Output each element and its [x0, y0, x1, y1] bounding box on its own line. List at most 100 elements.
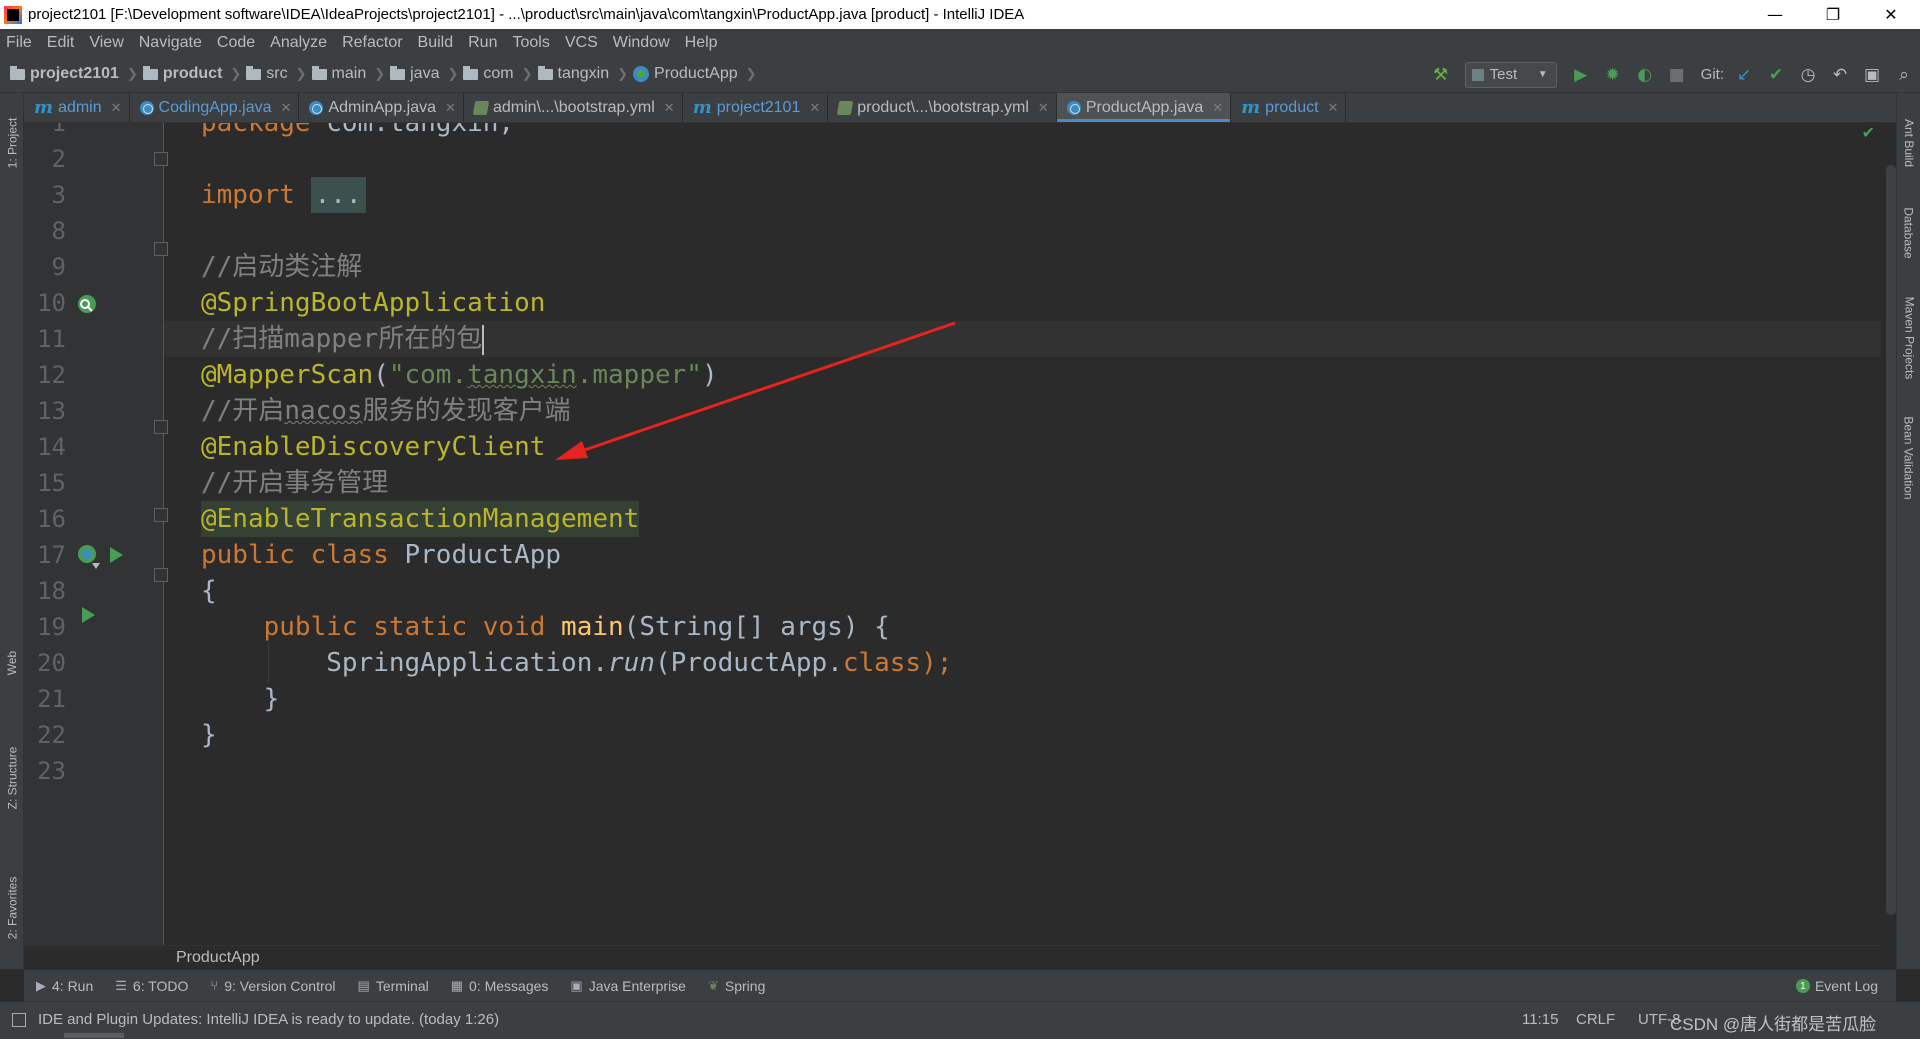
tool-window-bean-validation[interactable]: Bean Validation: [1897, 403, 1920, 513]
maven-m-icon: m: [1241, 97, 1261, 118]
code-area[interactable]: package com.tangxin; import ... //启动类注解 …: [164, 123, 1881, 945]
line-separator[interactable]: CRLF: [1576, 1011, 1615, 1028]
search-icon[interactable]: ⌕: [1892, 63, 1916, 87]
tool-window-label: Bean Validation: [1902, 416, 1916, 500]
menu-tools[interactable]: Tools: [512, 34, 549, 52]
tab-admin-bootstrap[interactable]: admin\...\bootstrap.yml ✕: [464, 93, 683, 122]
tab-product[interactable]: m product ✕: [1231, 93, 1347, 122]
close-icon[interactable]: ✕: [111, 100, 122, 116]
menu-edit[interactable]: Edit: [47, 34, 75, 52]
code-line: @MapperScan("com.tangxin.mapper"): [164, 357, 1881, 393]
tool-window-database[interactable]: Database: [1897, 193, 1920, 273]
main-toolbar: ⚒ Test ▼ ▶ ✹ ◐ ■ Git: ↙ ✔ ◷ ↶ ▣ ⌕: [1425, 56, 1920, 93]
string: tangxin: [467, 360, 577, 390]
editor-breadcrumb[interactable]: ProductApp: [176, 949, 260, 967]
close-icon[interactable]: ✕: [1212, 100, 1223, 116]
crumb-module[interactable]: product: [142, 65, 222, 83]
menu-vcs[interactable]: VCS: [565, 34, 598, 52]
crumb-src[interactable]: src: [246, 65, 288, 83]
tool-tab-run[interactable]: ▶ 4: Run: [36, 978, 93, 994]
tab-label: CodingApp.java: [158, 98, 272, 116]
project-structure-icon[interactable]: ▣: [1860, 63, 1884, 87]
close-icon[interactable]: ✕: [664, 100, 675, 116]
inspection-ok-icon[interactable]: ✔: [1862, 123, 1875, 142]
string: .mapper": [576, 360, 702, 390]
tool-window-ant-build[interactable]: Ant Build: [1897, 103, 1920, 183]
tool-window-project[interactable]: 1: Project: [0, 103, 24, 183]
run-gutter-icon[interactable]: [80, 605, 96, 625]
tool-tab-terminal[interactable]: ▤ Terminal: [358, 978, 429, 994]
tool-tab-todo[interactable]: ☰ 6: TODO: [115, 978, 188, 994]
stop-icon[interactable]: ■: [1665, 63, 1689, 87]
tool-window-structure[interactable]: Z: Structure: [0, 733, 24, 823]
debug-icon[interactable]: ✹: [1601, 63, 1625, 87]
editor-scrollbar[interactable]: [1886, 165, 1896, 915]
code-line: import ...: [164, 177, 1881, 213]
code-text: SpringApplication.run(ProductApp.class);: [201, 645, 952, 681]
menu-run[interactable]: Run: [468, 34, 497, 52]
tab-admin[interactable]: m admin ✕: [24, 93, 130, 122]
code-text: //扫描mapper所在的包: [201, 321, 485, 357]
close-icon[interactable]: ✕: [1038, 100, 1049, 116]
crumb-label: com: [483, 65, 514, 82]
close-icon[interactable]: ✕: [281, 100, 292, 116]
window-title: project2101 [F:\Development software\IDE…: [28, 6, 1025, 23]
code-editor[interactable]: 1 2 3 8 9 10 11 12 13 14 15 16 17 18 19 …: [24, 123, 1881, 945]
build-hammer-icon[interactable]: ⚒: [1429, 63, 1453, 87]
restore-button[interactable]: ❐: [1804, 0, 1862, 29]
tab-project2101[interactable]: m project2101 ✕: [683, 93, 829, 122]
close-icon[interactable]: ✕: [445, 100, 456, 116]
close-icon[interactable]: ✕: [809, 100, 820, 116]
line-number: 2: [51, 145, 66, 173]
menu-refactor[interactable]: Refactor: [342, 34, 402, 52]
code-line: //开启事务管理: [164, 465, 1881, 501]
tool-tab-spring[interactable]: ❦ Spring: [708, 978, 765, 994]
code-token: ProductApp: [388, 540, 562, 570]
tool-windows-toggle-icon[interactable]: [12, 1013, 26, 1027]
tool-window-web[interactable]: Web: [0, 633, 24, 693]
git-update-icon[interactable]: ↙: [1732, 63, 1756, 87]
spring-bean-icon[interactable]: [76, 293, 98, 315]
close-icon[interactable]: ✕: [1328, 100, 1339, 116]
git-commit-icon[interactable]: ✔: [1764, 63, 1788, 87]
tab-codingapp[interactable]: CodingApp.java ✕: [130, 93, 300, 122]
tool-window-favorites[interactable]: 2: Favorites: [0, 863, 24, 953]
crumb-java[interactable]: java: [390, 65, 439, 83]
coverage-icon[interactable]: ◐: [1633, 63, 1657, 87]
menu-navigate[interactable]: Navigate: [139, 34, 202, 52]
caret-position[interactable]: 11:15: [1522, 1011, 1558, 1028]
run-icon[interactable]: ▶: [1569, 63, 1593, 87]
tool-tab-version-control[interactable]: ⑂ 9: Version Control: [210, 978, 335, 994]
folded-imports[interactable]: ...: [310, 177, 366, 213]
crumb-project[interactable]: project2101: [10, 65, 119, 83]
spring-class-icon[interactable]: [76, 543, 100, 569]
menu-help[interactable]: Help: [685, 34, 718, 52]
crumb-main[interactable]: main: [311, 65, 366, 83]
status-message[interactable]: IDE and Plugin Updates: IntelliJ IDEA is…: [38, 1011, 499, 1028]
crumb-tangxin[interactable]: tangxin: [537, 65, 609, 83]
menu-code[interactable]: Code: [217, 34, 255, 52]
menu-file[interactable]: File: [6, 34, 32, 52]
crumb-com[interactable]: com: [463, 65, 514, 83]
run-config-selector[interactable]: Test ▼: [1464, 61, 1557, 88]
tool-tab-java-enterprise[interactable]: ▣ Java Enterprise: [570, 978, 686, 994]
tool-tab-messages[interactable]: ▦ 0: Messages: [451, 978, 549, 994]
menu-build[interactable]: Build: [418, 34, 454, 52]
tab-product-bootstrap[interactable]: product\...\bootstrap.yml ✕: [828, 93, 1057, 122]
tool-tab-label: 6: TODO: [132, 977, 189, 994]
run-gutter-icon[interactable]: [108, 545, 124, 565]
tab-adminapp[interactable]: AdminApp.java ✕: [299, 93, 464, 122]
menu-view[interactable]: View: [89, 34, 123, 52]
history-icon[interactable]: ◷: [1796, 63, 1820, 87]
terminal-icon: ▤: [357, 977, 370, 993]
menu-analyze[interactable]: Analyze: [270, 34, 327, 52]
event-log-button[interactable]: 1 Event Log: [1795, 978, 1878, 994]
tab-productapp[interactable]: ProductApp.java ✕: [1056, 93, 1232, 122]
revert-icon[interactable]: ↶: [1828, 63, 1852, 87]
minimize-button[interactable]: —: [1746, 0, 1804, 29]
run-icon: ▶: [36, 977, 46, 993]
crumb-productapp[interactable]: ProductApp: [633, 65, 738, 83]
menu-window[interactable]: Window: [613, 34, 670, 52]
close-button[interactable]: ✕: [1862, 0, 1920, 29]
tool-window-maven[interactable]: Maven Projects: [1897, 283, 1920, 393]
